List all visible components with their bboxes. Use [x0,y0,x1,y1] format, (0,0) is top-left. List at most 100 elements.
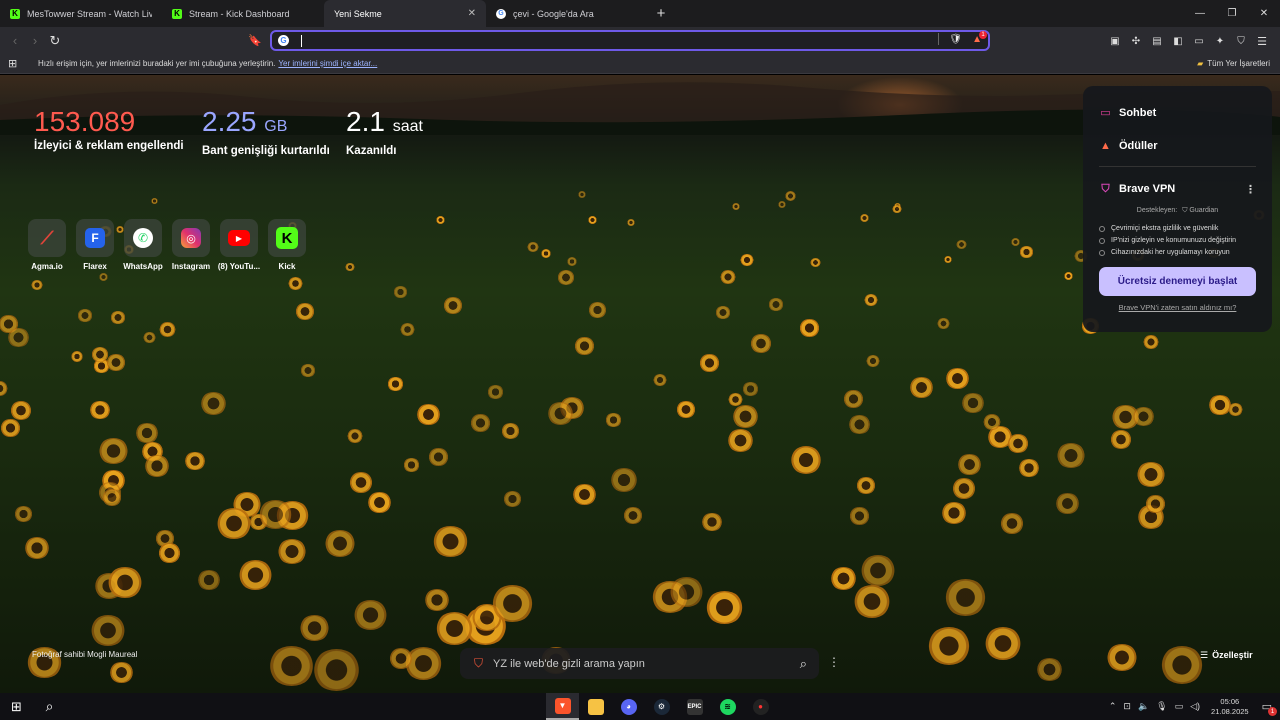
network-icon[interactable]: ▭ [1175,701,1184,712]
search-icon[interactable]: ⌕ [800,656,807,672]
address-bar[interactable]: G 🛡 ▲ 1 [270,30,990,51]
microphone-icon[interactable]: 🎙 [1156,701,1167,712]
steam-icon[interactable]: ⚙ [645,693,678,720]
tab-2[interactable]: K Stream - Kick Dashboard [162,0,324,27]
menu-icon[interactable]: ☰ [1252,31,1272,51]
sunflower [393,286,408,298]
brave-rewards-icon[interactable]: ▲ 1 [972,30,987,45]
sunflower [91,347,109,362]
extensions-icon[interactable]: ✣ [1126,31,1146,51]
sunflower [135,423,159,443]
tab-4[interactable]: G çevi - Google'da Ara [486,0,648,27]
search-options-icon[interactable]: ⋮ [828,655,840,669]
forward-icon[interactable]: › [25,31,45,51]
top-site-agma[interactable]: ⟋ Agma.io [28,219,66,271]
volume-icon[interactable]: ◁) [1190,701,1200,712]
leo-ai-icon[interactable]: ✦ [1210,31,1230,51]
sunflower [10,401,32,420]
vpn-feature: Cihazınızdaki her uygulamayı koruyun [1099,249,1256,256]
vpn-icon[interactable]: ⛉ [1231,31,1251,51]
sunflower [956,240,967,249]
sunflower [349,472,373,493]
sunflower [768,298,784,311]
already-purchased-link[interactable]: Brave VPN'i zaten satın aldınız mı? [1099,303,1256,312]
sunflower [99,273,108,281]
top-site-kick[interactable]: K Kick [268,219,306,271]
tab-search-icon[interactable]: ▤ [1147,31,1167,51]
sunflower [937,318,950,329]
top-site-flarex[interactable]: F Flarex [76,219,114,271]
close-tab-icon[interactable]: ✕ [468,8,476,19]
sunflower [312,649,361,691]
sunflower [849,507,870,525]
sunflower [1018,459,1040,477]
text-caret [301,34,302,47]
sunflower [892,205,902,213]
sunflower [732,405,759,428]
more-options-icon[interactable]: ⋮ [1245,183,1256,196]
sunflower [1011,238,1020,246]
top-site-youtube[interactable]: ▶ (8) YouTu... [218,219,260,271]
sunflower [295,303,315,320]
search-placeholder: YZ ile web'de gizli arama yapın [493,657,645,670]
start-free-trial-button[interactable]: Ücretsiz denemeyi başlat [1099,267,1256,296]
search-icon[interactable]: ⌕ [33,693,66,720]
minimize-button[interactable]: — [1184,0,1216,27]
customize-button[interactable]: ☰ Özelleştir [1200,650,1253,661]
sunflower [944,256,952,263]
sunflower [288,277,303,290]
sunflower [945,368,970,389]
search-box[interactable]: ⛉ YZ ile web'de gizli arama yapın ⌕ [460,648,819,679]
clock[interactable]: 05:06 21.08.2025 [1211,697,1249,717]
guardian-logo: ⛉ Guardian [1182,207,1219,214]
sunflower [491,585,534,622]
import-bookmarks-link[interactable]: Yer imlerini şimdi içe aktar... [278,59,377,68]
all-bookmarks-button[interactable]: ▰ Tüm Yer İşaretleri [1197,59,1270,68]
new-tab-button[interactable]: + [648,5,674,22]
sunflower [258,500,293,529]
top-site-instagram[interactable]: ◎ Instagram [172,219,210,271]
sunflower [799,319,820,337]
all-bookmarks-label: Tüm Yer İşaretleri [1207,59,1270,68]
sunflower [89,401,111,419]
sunflower [1208,395,1232,415]
file-explorer-icon[interactable] [579,693,612,720]
tab-3-active[interactable]: Yeni Sekme ✕ [324,0,486,27]
tab-1[interactable]: K MesTowwer Stream - Watch Live [0,0,162,27]
brave-shields-icon[interactable]: 🛡 [949,34,962,45]
sunflower [367,492,392,513]
speaker-icon[interactable]: 🔈 [1138,701,1149,712]
stat-time: 2.1 saat Kazanıldı [346,106,423,157]
windows-start-icon[interactable]: ⊞ [0,693,33,720]
top-site-whatsapp[interactable]: ✆ WhatsApp [123,219,163,271]
epic-games-icon[interactable]: EPIC [678,693,711,720]
spotify-icon[interactable]: ≋ [711,693,744,720]
discord-icon[interactable]: ◕ [612,693,645,720]
sunflower [676,401,696,418]
wallet-icon[interactable]: ▭ [1189,31,1209,51]
apps-grid-icon[interactable]: ⊞ [8,57,32,70]
sunflower [77,309,93,322]
sunflower [541,249,551,258]
reload-icon[interactable]: ↻ [45,31,65,51]
chevron-up-icon[interactable]: ⌃ [1109,701,1117,712]
agma-icon: ⟋ [28,219,66,257]
rewards-widget[interactable]: ▲ Ödüller [1099,129,1256,162]
bookmark-icon[interactable]: 🔖 [245,31,265,51]
pinned-apps: ▼ ◕ ⚙ EPIC ≋ ● [546,693,777,720]
sunflower [984,627,1022,660]
media-icon[interactable]: ▣ [1105,31,1125,51]
close-window-button[interactable]: ✕ [1248,0,1280,27]
guardian-name: Guardian [1189,207,1219,214]
restore-button[interactable]: ❐ [1216,0,1248,27]
sidebar-icon[interactable]: ◧ [1168,31,1188,51]
sunflower [197,570,221,590]
sunflower [7,328,30,347]
back-icon[interactable]: ‹ [5,31,25,51]
notification-icon[interactable]: ▭ 1 [1262,700,1277,716]
chat-widget[interactable]: ▭ Sohbet [1099,96,1256,129]
usb-icon[interactable]: ⊡ [1123,701,1131,712]
brave-icon[interactable]: ▼ [546,693,579,720]
sunflower [853,585,891,618]
recorder-icon[interactable]: ● [744,693,777,720]
